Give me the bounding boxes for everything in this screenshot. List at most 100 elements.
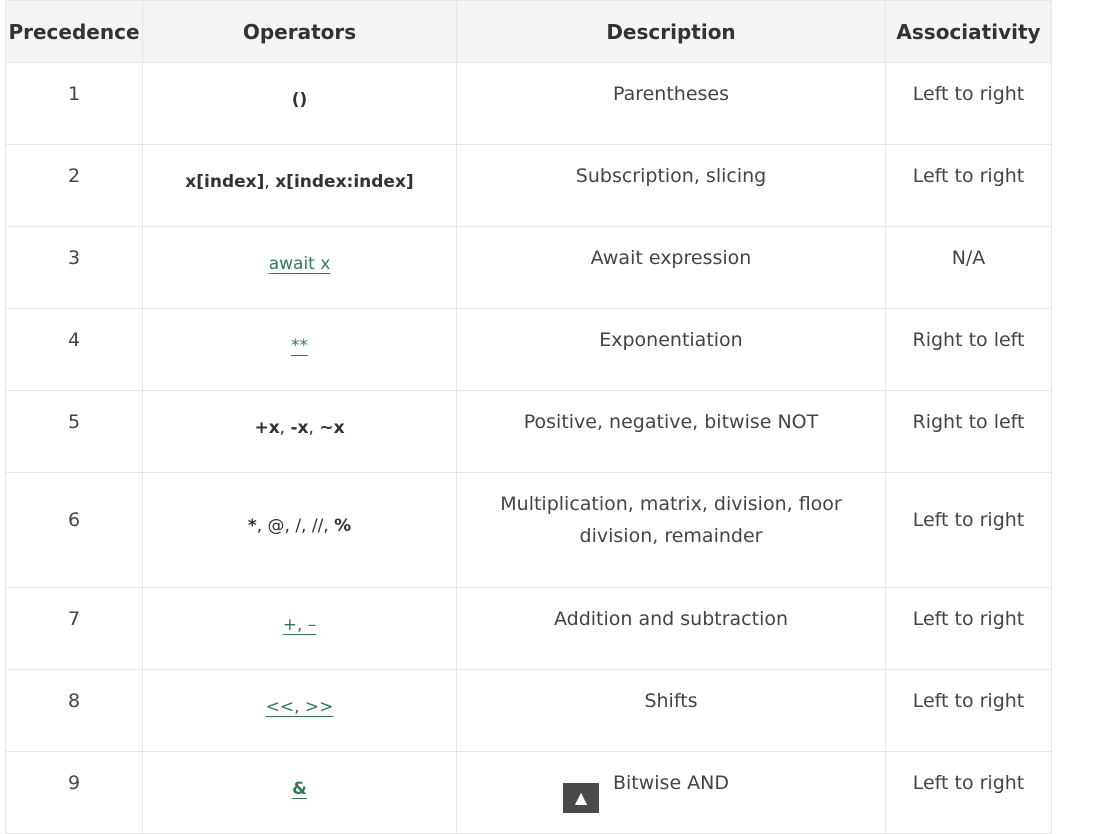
operator-token: ~x [319, 417, 345, 438]
precedence-value: 7 [67, 607, 81, 630]
associativity-value: Right to left [912, 410, 1025, 433]
description-value: Await expression [590, 246, 752, 269]
operator-link[interactable]: <<, >> [266, 697, 334, 717]
cell-description: Shifts [456, 669, 886, 752]
table-row: 2 x[index], x[index:index] Subscription, s… [5, 144, 1052, 227]
cell-associativity: Left to right [885, 144, 1052, 227]
operators-value: +x, -x, ~x [254, 412, 344, 444]
cell-associativity: Left to right [885, 669, 1052, 752]
cell-precedence: 1 [5, 62, 143, 145]
operator-link[interactable]: & [292, 779, 307, 799]
cell-precedence: 2 [5, 144, 143, 227]
table-row: 7 +, – Addition and subtraction Left to rig… [5, 587, 1052, 670]
cell-associativity: Left to right [885, 472, 1052, 588]
table-row: 8 <<, >> Shifts Left to right [5, 669, 1052, 752]
operator-token: x[index] [185, 171, 265, 192]
table-row: 6 *, @, /, //, % Multiplication, matrix, d… [5, 472, 1052, 588]
precedence-value: 2 [67, 164, 81, 187]
cell-associativity: N/A [885, 226, 1052, 309]
operators-value: & [292, 773, 307, 805]
cell-associativity: Right to left [885, 308, 1052, 391]
description-value: Exponentiation [599, 328, 743, 351]
associativity-value: Right to left [912, 328, 1025, 351]
operator-separator: , [279, 417, 291, 438]
scroll-to-top-button[interactable]: ▲ [563, 783, 599, 813]
cell-precedence: 6 [5, 472, 143, 588]
cell-description: Bitwise AND [456, 751, 886, 834]
cell-description: Multiplication, matrix, division, floor … [456, 472, 886, 588]
cell-description: Subscription, slicing [456, 144, 886, 227]
operator-separator: , [308, 417, 320, 438]
operators-value: () [292, 84, 308, 116]
operators-value: +, – [283, 609, 317, 641]
header-description: Description [456, 0, 886, 63]
cell-associativity: Left to right [885, 62, 1052, 145]
precedence-value: 8 [67, 689, 81, 712]
table-row: 5 +x, -x, ~x Positive, negative, bitwise N… [5, 390, 1052, 473]
table-row: 9 & Bitwise AND Left to right [5, 751, 1052, 834]
operators-value: ** [291, 330, 308, 362]
description-value: Bitwise AND [612, 771, 730, 794]
cell-precedence: 4 [5, 308, 143, 391]
cell-operators: +, – [142, 587, 457, 670]
description-value: Multiplication, matrix, division, floor … [500, 493, 842, 547]
associativity-value: Left to right [912, 689, 1025, 712]
cell-operators: +x, -x, ~x [142, 390, 457, 473]
description-value: Shifts [644, 689, 698, 712]
description-value: Positive, negative, bitwise NOT [523, 410, 819, 433]
cell-operators: *, @, /, //, % [142, 472, 457, 588]
operator-link[interactable]: await x [269, 254, 331, 274]
cell-associativity: Left to right [885, 587, 1052, 670]
cell-description: Parentheses [456, 62, 886, 145]
associativity-value: Left to right [912, 164, 1025, 187]
cell-description: Exponentiation [456, 308, 886, 391]
precedence-value: 6 [67, 509, 81, 531]
description-value: Addition and subtraction [553, 607, 789, 630]
cell-precedence: 5 [5, 390, 143, 473]
associativity-value: Left to right [912, 509, 1025, 531]
operator-separator: , @, /, //, [256, 516, 335, 536]
cell-precedence: 3 [5, 226, 143, 309]
cell-precedence: 9 [5, 751, 143, 834]
operator-link[interactable]: ** [291, 336, 308, 356]
cell-description: Await expression [456, 226, 886, 309]
table-row: 3 await x Await expression N/A [5, 226, 1052, 309]
operator-precedence-table-wrap: Precedence Operators Description Associa… [5, 0, 1052, 834]
cell-operators: <<, >> [142, 669, 457, 752]
cell-description: Addition and subtraction [456, 587, 886, 670]
cell-precedence: 7 [5, 587, 143, 670]
description-value: Parentheses [612, 82, 730, 105]
operator-precedence-table: Precedence Operators Description Associa… [5, 0, 1052, 834]
triangle-up-icon: ▲ [574, 788, 588, 807]
operator-link[interactable]: +, – [283, 615, 317, 635]
cell-precedence: 8 [5, 669, 143, 752]
associativity-value: Left to right [912, 607, 1025, 630]
associativity-value: Left to right [912, 82, 1025, 105]
operator-token: * [247, 516, 257, 536]
table-row: 4 ** Exponentiation Right to left [5, 308, 1052, 391]
cell-description: Positive, negative, bitwise NOT [456, 390, 886, 473]
cell-operators: & [142, 751, 457, 834]
operators-value: <<, >> [266, 691, 334, 723]
cell-associativity: Right to left [885, 390, 1052, 473]
table-header-row: Precedence Operators Description Associa… [5, 0, 1052, 63]
cell-operators: x[index], x[index:index] [142, 144, 457, 227]
precedence-value: 4 [67, 328, 81, 351]
operators-value: await x [269, 248, 331, 280]
operators-value: x[index], x[index:index] [185, 166, 413, 198]
precedence-value: 3 [67, 246, 81, 269]
cell-operators: ** [142, 308, 457, 391]
operator-token: () [291, 89, 308, 110]
precedence-value: 9 [67, 771, 81, 794]
operator-separator: , [264, 171, 276, 192]
operator-token: % [334, 516, 352, 536]
description-value: Subscription, slicing [575, 164, 767, 187]
associativity-value: Left to right [912, 771, 1025, 794]
header-precedence: Precedence [5, 0, 143, 63]
precedence-value: 1 [67, 82, 81, 105]
cell-associativity: Left to right [885, 751, 1052, 834]
table-row: 1 () Parentheses Left to right [5, 62, 1052, 145]
operator-token: +x [254, 417, 280, 438]
cell-operators: await x [142, 226, 457, 309]
associativity-value: N/A [951, 246, 986, 269]
